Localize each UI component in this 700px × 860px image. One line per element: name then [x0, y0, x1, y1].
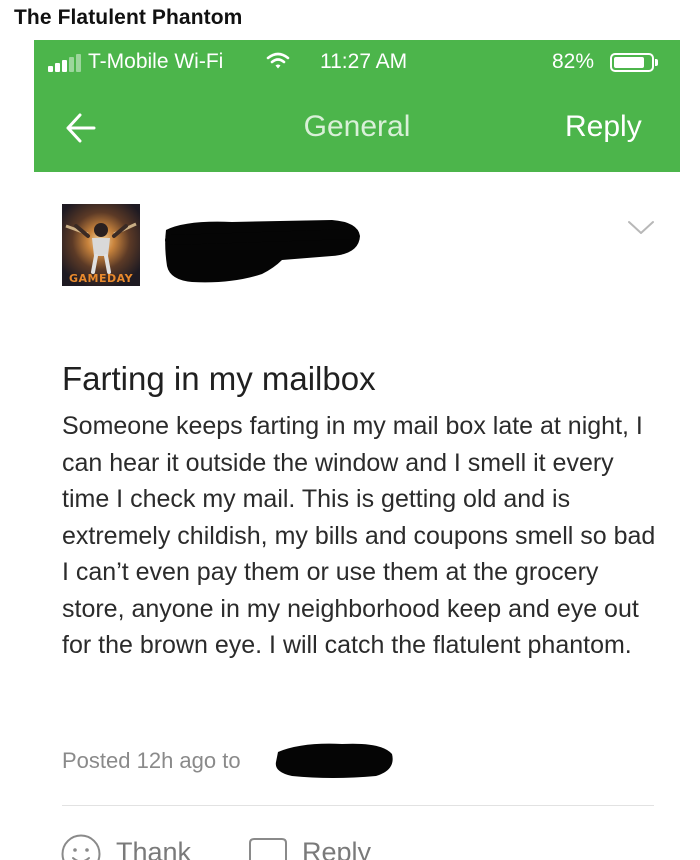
carrier-label: T-Mobile Wi-Fi — [88, 50, 224, 73]
phone-screen: T-Mobile Wi-Fi 11:27 AM 82% General Repl… — [34, 40, 680, 860]
author-name-redaction — [165, 220, 360, 283]
thank-label: Thank — [116, 837, 192, 860]
post-meta: Posted 12h ago to — [62, 748, 241, 773]
wifi-icon — [266, 52, 290, 69]
post-caption: The Flatulent Phantom — [14, 6, 243, 29]
chevron-down-icon — [628, 221, 654, 234]
post-options-button[interactable] — [626, 218, 656, 238]
post-content: GAMEDAY Farting in my mailbox Someone ke… — [34, 172, 680, 860]
avatar-label: GAMEDAY — [68, 272, 134, 285]
nav-reply-button[interactable]: Reply — [565, 110, 642, 144]
speech-bubble-icon — [249, 838, 287, 860]
post-body: Someone keeps farting in my mail box lat… — [62, 412, 656, 659]
nav-bar: T-Mobile Wi-Fi 11:27 AM 82% General Repl… — [34, 40, 680, 172]
status-bar: T-Mobile Wi-Fi 11:27 AM 82% — [34, 40, 680, 86]
avatar[interactable]: GAMEDAY — [62, 204, 140, 286]
battery-percent: 82% — [552, 50, 595, 73]
post-subject: Farting in my mailbox — [62, 360, 376, 397]
battery-cap — [655, 59, 658, 66]
group-name-redaction — [275, 743, 393, 778]
divider — [62, 805, 654, 806]
battery-icon — [610, 53, 654, 72]
signal-bars-icon — [48, 54, 82, 72]
clock: 11:27 AM — [320, 50, 408, 73]
smiley-icon — [61, 834, 101, 860]
reply-label: Reply — [302, 837, 372, 860]
